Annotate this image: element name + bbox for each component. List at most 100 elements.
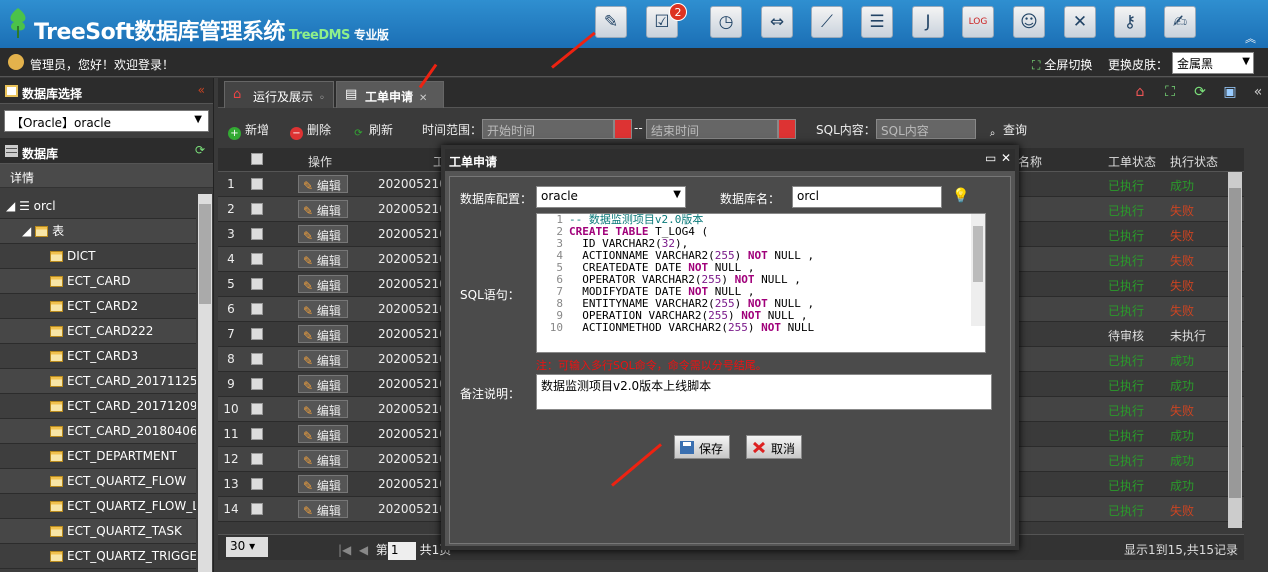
collapse-right-icon[interactable]: « <box>1248 84 1268 104</box>
page-size-select[interactable]: 30 ▾ <box>226 537 268 557</box>
row-checkbox[interactable] <box>251 253 263 265</box>
tree-item[interactable]: ECT_QUARTZ_TASK <box>0 519 196 544</box>
edit-button[interactable]: ✎ 编辑 <box>298 475 348 493</box>
maximize-icon[interactable]: ▭ <box>985 151 996 165</box>
calendar-icon[interactable] <box>778 119 796 139</box>
chart-icon[interactable]: ⟋ <box>811 6 843 38</box>
remark-textarea[interactable]: 数据监测项目v2.0版本上线脚本 <box>536 374 992 410</box>
start-time-input[interactable]: 开始时间 <box>482 119 614 139</box>
db-name-input[interactable]: orcl <box>792 186 942 208</box>
collapse-left-icon[interactable]: « <box>198 83 205 97</box>
log-icon[interactable]: LOG <box>962 6 994 38</box>
db-select-dropdown[interactable]: 【Oracle】oracle ▼ <box>4 110 209 132</box>
edit-button[interactable]: ✎ 编辑 <box>298 175 348 193</box>
tree-item[interactable]: ECT_DEPARTMENT <box>0 444 196 469</box>
tree-item[interactable]: ECT_QUARTZ_TRIGGER <box>0 544 196 569</box>
swap-arrows-icon[interactable]: ⇔ <box>761 6 793 38</box>
first-page-icon[interactable]: |◀ <box>338 543 351 557</box>
row-checkbox[interactable] <box>251 428 263 440</box>
expand-icon[interactable]: ⛶ <box>1160 84 1180 104</box>
prev-page-icon[interactable]: ◀ <box>359 543 368 557</box>
row-checkbox[interactable] <box>251 478 263 490</box>
checklist-icon[interactable]: ☑ 2 <box>646 3 687 38</box>
edit-button[interactable]: ✎ 编辑 <box>298 200 348 218</box>
clock-icon[interactable]: ◷ <box>710 6 742 38</box>
scroll-thumb[interactable] <box>199 204 211 304</box>
tree-item[interactable]: ECT_CARD_2018040611 <box>0 419 196 444</box>
signature-icon[interactable]: ✍ <box>1164 6 1196 38</box>
row-checkbox[interactable] <box>251 353 263 365</box>
edit-button[interactable]: ✎ 编辑 <box>298 325 348 343</box>
row-checkbox[interactable] <box>251 178 263 190</box>
scroll-thumb[interactable] <box>1229 188 1241 498</box>
edit-button[interactable]: ✎ 编辑 <box>298 425 348 443</box>
window-icon[interactable]: ▣ <box>1220 84 1240 104</box>
tools-icon[interactable]: ✕ <box>1064 6 1096 38</box>
tree-item[interactable]: DICT <box>0 244 196 269</box>
refresh-button[interactable]: ⟳ 刷新 <box>352 121 393 140</box>
expand-icon[interactable]: ◢ <box>6 199 15 213</box>
refresh-icon[interactable]: ⟳ <box>195 143 205 157</box>
close-icon[interactable]: ✕ <box>1001 151 1011 165</box>
edit-button[interactable]: ✎ 编辑 <box>298 375 348 393</box>
tab-menu-icon[interactable]: ◦ <box>319 93 325 104</box>
save-button[interactable]: 保存 <box>674 435 731 459</box>
calendar-icon[interactable] <box>614 119 632 139</box>
home-icon[interactable]: ⌂ <box>1130 84 1150 104</box>
edit-button[interactable]: ✎ 编辑 <box>298 350 348 368</box>
row-checkbox[interactable] <box>251 378 263 390</box>
row-checkbox[interactable] <box>251 453 263 465</box>
edit-button[interactable]: ✎ 编辑 <box>298 300 348 318</box>
user-icon[interactable]: ☺ <box>1013 6 1045 38</box>
tree-item[interactable]: ECT_QUARTZ_FLOW <box>0 469 196 494</box>
pen-ruler-icon[interactable]: ✎ <box>595 6 627 38</box>
row-checkbox[interactable] <box>251 228 263 240</box>
key-icon[interactable]: ⚷ <box>1114 6 1146 38</box>
tab-run-display[interactable]: ⌂ 运行及展示 ◦ <box>224 81 334 108</box>
tab-work-order[interactable]: ▤ 工单申请 ✕ <box>336 81 444 108</box>
tree-item[interactable]: ECT_CARD2 <box>0 294 196 319</box>
collapse-up-icon[interactable]: ︽ <box>1245 30 1256 46</box>
refresh-icon[interactable]: ⟳ <box>1190 84 1210 104</box>
tree-item[interactable]: ECT_CARD <box>0 269 196 294</box>
edit-button[interactable]: ✎ 编辑 <box>298 250 348 268</box>
edit-button[interactable]: ✎ 编辑 <box>298 225 348 243</box>
tree-item[interactable]: ECT_CARD222 <box>0 319 196 344</box>
detail-label[interactable]: 详情 <box>0 164 213 188</box>
fullscreen-toggle[interactable]: ⛶ 全屏切换 <box>1032 56 1092 73</box>
add-button[interactable]: + 新增 <box>228 121 269 140</box>
row-checkbox[interactable] <box>251 278 263 290</box>
lightbulb-icon[interactable]: 💡 <box>952 188 969 204</box>
sql-editor[interactable]: 1 -- 数据监测项目v2.0版本 2 CREATE TABLE T_LOG4 ( … <box>536 213 986 353</box>
end-time-input[interactable]: 结束时间 <box>646 119 778 139</box>
cancel-button[interactable]: 取消 <box>746 435 803 459</box>
select-all-checkbox[interactable] <box>251 153 263 165</box>
edit-button[interactable]: ✎ 编辑 <box>298 500 348 518</box>
close-icon[interactable]: ✕ <box>419 93 427 104</box>
tree-item[interactable]: ◢ 表 <box>0 219 196 244</box>
row-checkbox[interactable] <box>251 303 263 315</box>
row-checkbox[interactable] <box>251 403 263 415</box>
edit-button[interactable]: ✎ 编辑 <box>298 275 348 293</box>
row-checkbox[interactable] <box>251 328 263 340</box>
delete-button[interactable]: − 删除 <box>290 121 331 140</box>
tree-scrollbar[interactable] <box>198 194 212 572</box>
row-checkbox[interactable] <box>251 203 263 215</box>
sql-content-input[interactable]: SQL内容 <box>876 119 976 139</box>
expand-icon[interactable]: ◢ <box>22 224 31 238</box>
grid-scrollbar[interactable] <box>1228 172 1242 528</box>
tree-item[interactable]: ECT_QUARTZ_FLOW_LOG <box>0 494 196 519</box>
scroll-thumb[interactable] <box>973 226 983 282</box>
edit-button[interactable]: ✎ 编辑 <box>298 450 348 468</box>
tree-item[interactable]: ◢ ☰ orcl <box>0 194 196 219</box>
edit-button[interactable]: ✎ 编辑 <box>298 400 348 418</box>
editor-scrollbar[interactable] <box>971 214 985 326</box>
db-config-select[interactable]: oracle ▼ <box>536 186 686 208</box>
tree-item[interactable]: ECT_CARD_2017112521 <box>0 369 196 394</box>
java-icon[interactable]: J <box>912 6 944 38</box>
skin-select[interactable]: 金属黑 ▼ <box>1172 52 1254 74</box>
tree-item[interactable]: ECT_CARD3 <box>0 344 196 369</box>
query-button[interactable]: ⌕ 查询 <box>986 121 1027 140</box>
row-checkbox[interactable] <box>251 503 263 515</box>
database-icon[interactable]: ☰ <box>861 6 893 38</box>
